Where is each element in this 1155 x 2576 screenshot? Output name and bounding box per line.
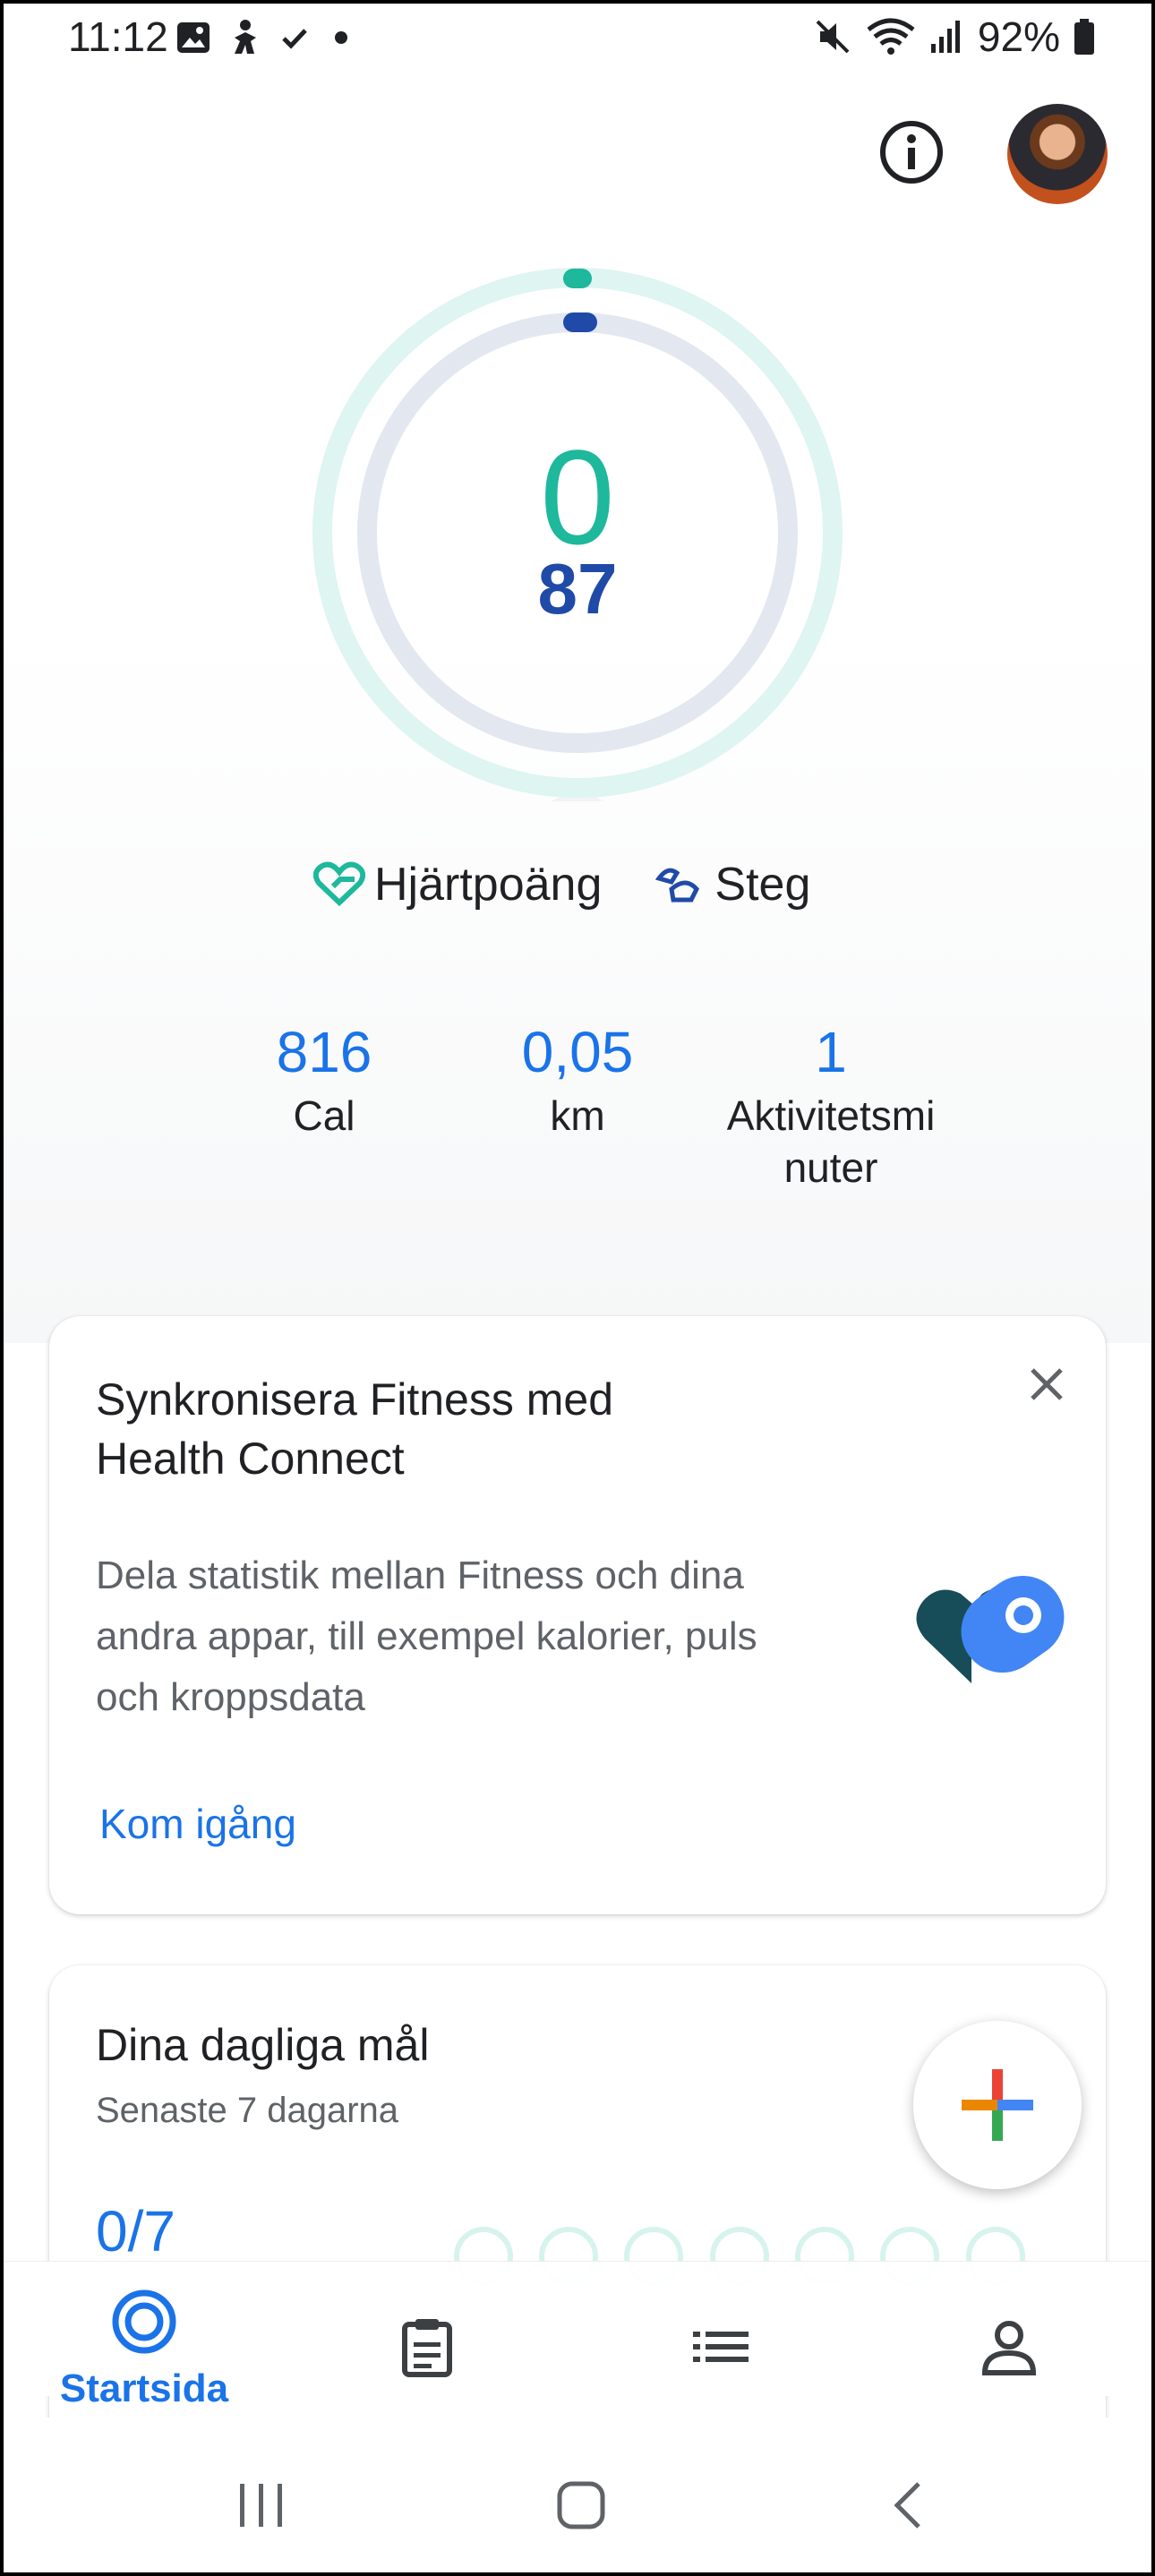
battery-icon xyxy=(1074,19,1094,55)
image-icon xyxy=(177,22,210,53)
journal-icon xyxy=(402,2319,452,2377)
stat-active-minutes: 1 Aktivitetsmi nuter xyxy=(688,1016,974,1194)
health-connect-title-line2: Health Connect xyxy=(96,1433,405,1484)
legend-heart-points-label: Hjärtpoäng xyxy=(374,859,603,911)
steps-icon xyxy=(655,868,700,903)
goals-title: Dina dagliga mål xyxy=(96,2020,430,2070)
health-connect-body-line3: och kroppsdata xyxy=(96,1675,365,1719)
stat-distance-label: km xyxy=(550,1092,605,1139)
nav-journal[interactable] xyxy=(396,2315,458,2383)
dot-icon xyxy=(335,31,347,44)
health-connect-title-line1: Synkronisera Fitness med xyxy=(96,1374,614,1425)
steps-progress-marker xyxy=(563,312,597,332)
health-connect-card: Synkronisera Fitness med Health Connect … xyxy=(49,1316,1106,1914)
legend-steps: Steg xyxy=(655,858,810,911)
rings-legend: Hjärtpoäng Steg xyxy=(313,858,810,911)
add-activity-button[interactable] xyxy=(913,2021,1082,2189)
avatar[interactable] xyxy=(1007,104,1108,204)
heart-points-value: 0 xyxy=(540,422,615,572)
wifi-icon xyxy=(867,18,915,55)
heart-points-icon xyxy=(313,861,365,907)
stat-distance-value: 0,05 xyxy=(521,1020,634,1084)
check-icon xyxy=(282,29,307,49)
nav-home[interactable]: Startsida xyxy=(50,2287,238,2411)
nav-browse[interactable] xyxy=(689,2315,752,2383)
goals-count: 0/7 xyxy=(96,2199,175,2264)
fitness-notification-icon xyxy=(235,20,256,54)
stat-active-minutes-value: 1 xyxy=(815,1020,847,1084)
steps-value: 87 xyxy=(537,549,618,629)
close-icon[interactable] xyxy=(1023,1361,1070,1408)
status-bar: 11:12 92% xyxy=(0,0,1155,81)
plus-icon xyxy=(962,2069,1033,2141)
browse-icon xyxy=(693,2332,749,2362)
stat-active-minutes-label-line1: Aktivitetsmi xyxy=(726,1092,936,1139)
back-icon[interactable] xyxy=(886,2480,931,2530)
health-connect-body-line2: andra appar, till exempel kalorier, puls xyxy=(96,1614,757,1658)
recent-apps-icon[interactable] xyxy=(235,2480,288,2530)
nav-profile[interactable] xyxy=(978,2315,1040,2383)
goals-subtitle: Senaste 7 dagarna xyxy=(96,2091,399,2130)
stat-distance: 0,05 km xyxy=(470,1016,685,1142)
profile-icon xyxy=(981,2321,1037,2375)
info-icon[interactable] xyxy=(877,118,945,186)
bottom-navigation: Startsida xyxy=(0,2261,1155,2410)
system-navigation-bar xyxy=(0,2418,1155,2576)
health-connect-body-line1: Dela statistik mellan Fitness och dina xyxy=(96,1553,744,1597)
health-connect-logo-icon xyxy=(916,1575,1065,1683)
battery-percent: 92% xyxy=(977,13,1060,60)
mute-icon xyxy=(816,20,850,54)
get-started-link[interactable]: Kom igång xyxy=(99,1800,296,1848)
home-button-icon[interactable] xyxy=(556,2480,606,2530)
stat-calories-value: 816 xyxy=(276,1020,372,1084)
nav-home-label: Startsida xyxy=(59,2366,229,2410)
legend-steps-label: Steg xyxy=(714,859,811,911)
heart-points-progress-marker xyxy=(563,269,592,288)
stat-calories-label: Cal xyxy=(293,1092,355,1139)
legend-heart-points: Hjärtpoäng xyxy=(313,858,602,911)
stat-active-minutes-label-line2: nuter xyxy=(783,1144,878,1191)
status-time: 11:12 xyxy=(68,13,168,60)
signal-icon xyxy=(930,21,960,53)
stat-calories: 816 Cal xyxy=(217,1016,432,1142)
home-ring-icon xyxy=(112,2289,176,2354)
